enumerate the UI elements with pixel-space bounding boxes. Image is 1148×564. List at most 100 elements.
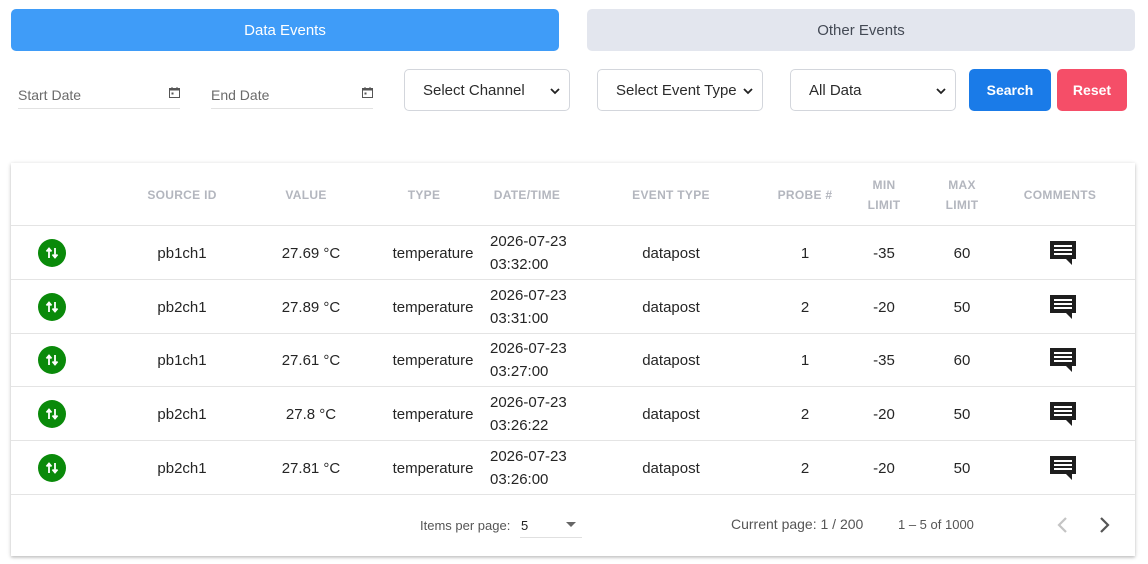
reset-button-label: Reset — [1072, 82, 1112, 98]
cell-min-limit: -20 — [873, 298, 895, 316]
cell-event-type: datapost — [642, 244, 700, 262]
cell-probe: 1 — [800, 244, 810, 262]
cell-type: temperature — [392, 298, 474, 316]
items-per-page-label: Items per page: — [420, 518, 511, 533]
tab-other-events[interactable]: Other Events — [587, 9, 1135, 51]
status-cell — [33, 280, 71, 334]
cell-event-type: datapost — [642, 351, 700, 369]
items-per-page-select[interactable]: 5 — [520, 512, 582, 538]
cell-event-type: datapost — [642, 459, 700, 477]
end-date-placeholder: End Date — [211, 87, 270, 103]
comment-icon — [1050, 402, 1076, 426]
cell-max-limit: 60 — [953, 351, 971, 369]
tab-other-events-label: Other Events — [817, 21, 905, 39]
cell-probe: 2 — [800, 298, 810, 316]
cell-time: 03:27:00 — [490, 363, 549, 380]
chevron-down-icon — [743, 88, 753, 95]
comment-button[interactable] — [1043, 226, 1083, 280]
next-page-button[interactable] — [1094, 512, 1116, 538]
cell-min-limit: -20 — [873, 405, 895, 423]
cell-event-type: datapost — [642, 405, 700, 423]
cell-time: 03:32:00 — [490, 256, 549, 273]
cell-date: 2026-07-23 — [490, 394, 567, 411]
cell-datetime: 2026-07-23 03:27:00 — [490, 333, 600, 387]
chevron-left-icon — [1057, 517, 1067, 533]
paginator: Items per page: 5 Current page: 1 / 200 … — [11, 494, 1135, 556]
cell-time: 03:26:00 — [490, 471, 549, 488]
cell-value: 27.8 °C — [285, 405, 337, 423]
table-row[interactable]: pb2ch1 27.8 °C temperature datapost 2 -20 50 20… — [11, 387, 1135, 441]
header-probe: PROBE # — [777, 187, 833, 202]
status-cell — [33, 226, 71, 280]
cell-time: 03:31:00 — [490, 310, 549, 327]
comment-icon — [1050, 456, 1076, 480]
table-header: SOURCE ID VALUE TYPE DATE/TIME EVENT TYP… — [11, 163, 1135, 226]
data-filter-select[interactable]: All Data — [790, 69, 956, 111]
cell-date: 2026-07-23 — [490, 287, 567, 304]
channel-select[interactable]: Select Channel — [404, 69, 570, 111]
cell-date: 2026-07-23 — [490, 233, 567, 250]
cell-time: 03:26:22 — [490, 417, 549, 434]
event-type-select-value: Select Event Type — [616, 82, 737, 99]
calendar-icon[interactable] — [362, 87, 373, 98]
cell-date: 2026-07-23 — [490, 448, 567, 465]
tab-data-events-label: Data Events — [244, 21, 326, 39]
cell-min-limit: -35 — [873, 351, 895, 369]
header-comments: COMMENTS — [1023, 187, 1097, 202]
data-transfer-arrows-icon — [38, 346, 66, 374]
cell-min-limit: -35 — [873, 244, 895, 262]
channel-select-value: Select Channel — [423, 82, 525, 99]
cell-event-type: datapost — [642, 298, 700, 316]
status-cell — [33, 441, 71, 495]
data-transfer-arrows-icon — [38, 400, 66, 428]
start-date-field[interactable]: Start Date — [18, 84, 180, 109]
cell-source-id: pb2ch1 — [157, 459, 207, 477]
table-row[interactable]: pb2ch1 27.81 °C temperature datapost 2 -20 50 2… — [11, 441, 1135, 495]
table-row[interactable]: pb1ch1 27.61 °C temperature datapost 1 -35 60 2… — [11, 333, 1135, 387]
chevron-down-icon — [550, 88, 560, 95]
cell-type: temperature — [392, 351, 474, 369]
cell-max-limit: 50 — [953, 405, 971, 423]
data-filter-select-value: All Data — [809, 82, 862, 99]
cell-datetime: 2026-07-23 03:26:00 — [490, 441, 600, 495]
table-row[interactable]: pb1ch1 27.69 °C temperature datapost 1 -35 60 2… — [11, 226, 1135, 280]
events-table-card: SOURCE ID VALUE TYPE DATE/TIME EVENT TYP… — [11, 163, 1135, 556]
end-date-field[interactable]: End Date — [211, 84, 373, 109]
comment-icon — [1050, 295, 1076, 319]
header-value: VALUE — [285, 187, 327, 202]
calendar-icon[interactable] — [169, 87, 180, 98]
reset-button[interactable]: Reset — [1057, 69, 1127, 111]
comment-button[interactable] — [1043, 387, 1083, 441]
cell-max-limit: 50 — [953, 459, 971, 477]
cell-value: 27.81 °C — [281, 459, 341, 477]
previous-page-button[interactable] — [1051, 512, 1073, 538]
search-button-label: Search — [986, 82, 1034, 98]
header-datetime: DATE/TIME — [493, 187, 561, 202]
header-max-limit-line2: LIMIT — [945, 197, 979, 212]
cell-datetime: 2026-07-23 03:31:00 — [490, 280, 600, 334]
search-button[interactable]: Search — [969, 69, 1051, 111]
header-source-id: SOURCE ID — [147, 187, 217, 202]
comment-button[interactable] — [1043, 333, 1083, 387]
comment-button[interactable] — [1043, 280, 1083, 334]
table-row[interactable]: pb2ch1 27.89 °C temperature datapost 2 -20 50 2… — [11, 280, 1135, 334]
dropdown-arrow-icon — [566, 522, 576, 527]
cell-type: temperature — [392, 244, 474, 262]
cell-source-id: pb2ch1 — [157, 298, 207, 316]
header-max-limit-line1: MAX — [948, 177, 976, 192]
current-page-label: Current page: 1 / 200 — [731, 516, 864, 532]
cell-max-limit: 50 — [953, 298, 971, 316]
chevron-down-icon — [936, 88, 946, 95]
comment-icon — [1050, 241, 1076, 265]
range-label: 1 – 5 of 1000 — [898, 517, 974, 532]
cell-probe: 1 — [800, 351, 810, 369]
cell-type: temperature — [392, 459, 474, 477]
cell-datetime: 2026-07-23 03:26:22 — [490, 387, 600, 441]
comment-button[interactable] — [1043, 441, 1083, 495]
tab-data-events[interactable]: Data Events — [11, 9, 559, 51]
event-type-select[interactable]: Select Event Type — [597, 69, 763, 111]
cell-type: temperature — [392, 405, 474, 423]
header-event-type: EVENT TYPE — [632, 187, 710, 202]
cell-source-id: pb2ch1 — [157, 405, 207, 423]
header-type: TYPE — [407, 187, 441, 202]
